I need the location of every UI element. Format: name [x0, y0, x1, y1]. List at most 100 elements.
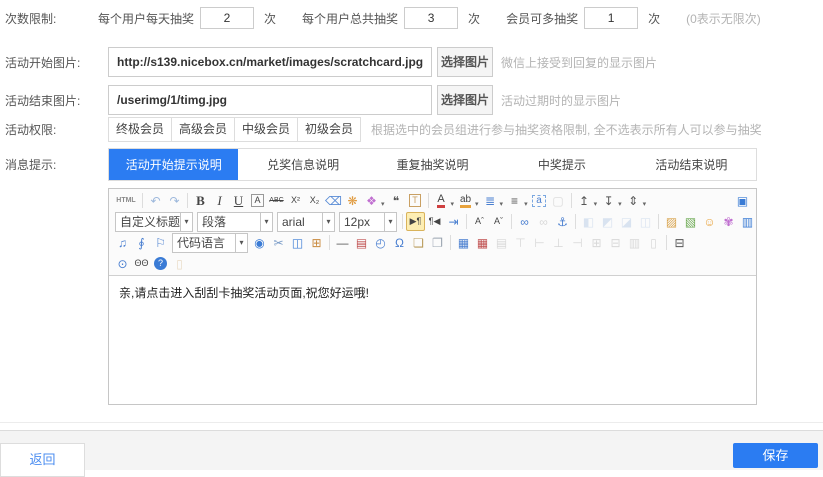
message-tab-3[interactable]: 中奖提示	[497, 149, 626, 180]
help-icon[interactable]: ?	[151, 254, 170, 273]
strikethrough-icon[interactable]: ABC	[267, 191, 286, 210]
format-brush-icon[interactable]: ❋	[343, 191, 362, 210]
message-tab-2[interactable]: 重复抽奖说明	[368, 149, 497, 180]
editor-toolbar: HTML↶↷BIUAABCX²X₂⌫❋❖▾❝TA▾ab▾≣▾≡▾a▢↥▾↧▾⇕▾…	[109, 189, 756, 276]
ordered-list-caret-icon[interactable]: ▾	[500, 200, 504, 208]
line-height-caret-icon[interactable]: ▾	[643, 200, 647, 208]
emotion-icon[interactable]: ☺	[700, 212, 719, 231]
paste-plain-icon[interactable]: T	[406, 191, 425, 210]
message-tab-4[interactable]: 活动结束说明	[627, 149, 756, 180]
template-icon[interactable]: ⊞	[307, 233, 326, 252]
delete-table-icon[interactable]: ▦	[473, 233, 492, 252]
insert-table-icon[interactable]: ▦	[454, 233, 473, 252]
editor-content[interactable]: 亲,请点击进入刮刮卡抽奖活动页面,祝您好运哦!	[109, 276, 756, 404]
scrawl-icon[interactable]: ✾	[719, 212, 738, 231]
code-language-select[interactable]: 代码语言▾	[172, 233, 248, 253]
screenshot-icon[interactable]: ✂	[269, 233, 288, 252]
line-height-icon[interactable]: ⇕	[624, 191, 643, 210]
font-family-select[interactable]: arial▾	[277, 212, 335, 232]
custom-title-select[interactable]: 自定义标题▾	[115, 212, 193, 232]
para-space-after-icon[interactable]: ↧	[599, 191, 618, 210]
font-size-select-caret-icon[interactable]: ▾	[384, 213, 396, 231]
redo-icon[interactable]: ↷	[165, 191, 184, 210]
end-image-url-input[interactable]	[108, 85, 432, 115]
code-language-select-caret-icon[interactable]: ▾	[235, 234, 247, 252]
start-image-url-input[interactable]	[108, 47, 432, 77]
bold-icon[interactable]: B	[191, 191, 210, 210]
para-space-after-caret-icon[interactable]: ▾	[618, 200, 622, 208]
daily-draw-unit: 次	[264, 10, 276, 27]
indent-icon[interactable]: ⇥	[444, 212, 463, 231]
para-space-before-caret-icon[interactable]: ▾	[594, 200, 598, 208]
print-icon[interactable]: ⊟	[670, 233, 689, 252]
rtl-icon[interactable]: ¶◀	[425, 212, 444, 231]
member-option-3[interactable]: 初级会员	[297, 117, 361, 142]
member-option-0[interactable]: 终极会员	[108, 117, 172, 142]
link-icon[interactable]: ∞	[515, 212, 534, 231]
preview-icon[interactable]: ⊙	[113, 254, 132, 273]
ordered-list-icon[interactable]: ≣	[481, 191, 500, 210]
save-button[interactable]: 保存	[733, 443, 818, 468]
auto-typeset-caret-icon[interactable]: ▾	[381, 200, 385, 208]
font-size-down-icon[interactable]: Aˇ	[489, 212, 508, 231]
subscript-icon[interactable]: X₂	[305, 191, 324, 210]
img-align-center-icon: ◫	[636, 212, 655, 231]
undo-icon[interactable]: ↶	[146, 191, 165, 210]
content-bottom-divider	[0, 422, 823, 423]
date-icon[interactable]: ▤	[352, 233, 371, 252]
font-size-select[interactable]: 12px▾	[339, 212, 397, 232]
font-size-up-icon[interactable]: Aˆ	[470, 212, 489, 231]
music-icon[interactable]: ♫	[113, 233, 132, 252]
total-draw-input[interactable]	[404, 7, 458, 29]
html-source-icon[interactable]: HTML	[113, 191, 139, 210]
ltr-icon[interactable]: ▶¶	[406, 212, 425, 231]
google-map-icon[interactable]: ◉	[250, 233, 269, 252]
image-manager-icon[interactable]: ▧	[681, 212, 700, 231]
auto-typeset-icon[interactable]: ❖	[362, 191, 381, 210]
font-family-select-caret-icon[interactable]: ▾	[322, 213, 334, 231]
font-border-icon[interactable]: A	[248, 191, 267, 210]
end-image-pick-button[interactable]: 选择图片	[437, 85, 493, 115]
underline-icon[interactable]: U	[229, 191, 248, 210]
paragraph-select-caret-icon[interactable]: ▾	[260, 213, 272, 231]
highlight-color-icon[interactable]: ab	[456, 191, 475, 210]
message-tabs-bar: 活动开始提示说明兑奖信息说明重复抽奖说明中奖提示活动结束说明	[108, 148, 757, 181]
daily-draw-input[interactable]	[200, 7, 254, 29]
font-color-icon[interactable]: A	[432, 191, 451, 210]
anchor-icon[interactable]: ⚓	[553, 212, 572, 231]
unordered-list-caret-icon[interactable]: ▾	[524, 200, 528, 208]
back-button[interactable]: 返回	[0, 443, 85, 477]
member-option-2[interactable]: 中级会员	[234, 117, 298, 142]
attachment-icon[interactable]: ∮	[132, 233, 151, 252]
map-icon[interactable]: ⚐	[151, 233, 170, 252]
permissions-label: 活动权限:	[5, 121, 108, 138]
message-tab-0[interactable]: 活动开始提示说明	[109, 149, 238, 180]
horizontal-rule-icon[interactable]: —	[333, 233, 352, 252]
blockquote-icon[interactable]: ❝	[387, 191, 406, 210]
message-tab-1[interactable]: 兑奖信息说明	[238, 149, 367, 180]
insert-frame-icon[interactable]: ◫	[288, 233, 307, 252]
italic-icon[interactable]: I	[210, 191, 229, 210]
anchor-inline-icon[interactable]: a	[530, 191, 549, 210]
note-icon[interactable]: ❐	[428, 233, 447, 252]
special-chars-icon[interactable]: Ω	[390, 233, 409, 252]
member-option-1[interactable]: 高级会员	[171, 117, 235, 142]
para-space-before-icon[interactable]: ↥	[575, 191, 594, 210]
delete-col-icon: ⊣	[568, 233, 587, 252]
fullscreen-icon[interactable]: ▣	[733, 191, 752, 210]
comment-icon[interactable]: ❏	[409, 233, 428, 252]
paragraph-select[interactable]: 段落▾	[197, 212, 273, 232]
remove-format-icon[interactable]: ⌫	[324, 191, 343, 210]
start-image-pick-button[interactable]: 选择图片	[437, 47, 493, 77]
custom-title-select-caret-icon[interactable]: ▾	[180, 213, 192, 231]
toolbar-separator	[658, 214, 659, 229]
insert-image-icon[interactable]: ▨	[662, 212, 681, 231]
time-icon[interactable]: ◴	[371, 233, 390, 252]
highlight-color-caret-icon[interactable]: ▾	[475, 200, 479, 208]
font-color-caret-icon[interactable]: ▾	[451, 200, 455, 208]
unordered-list-icon[interactable]: ≡	[505, 191, 524, 210]
insert-video-icon[interactable]: ▥	[738, 212, 754, 231]
superscript-icon[interactable]: X²	[286, 191, 305, 210]
find-replace-icon[interactable]: ΘΘ	[132, 254, 151, 273]
member-extra-draw-input[interactable]	[584, 7, 638, 29]
